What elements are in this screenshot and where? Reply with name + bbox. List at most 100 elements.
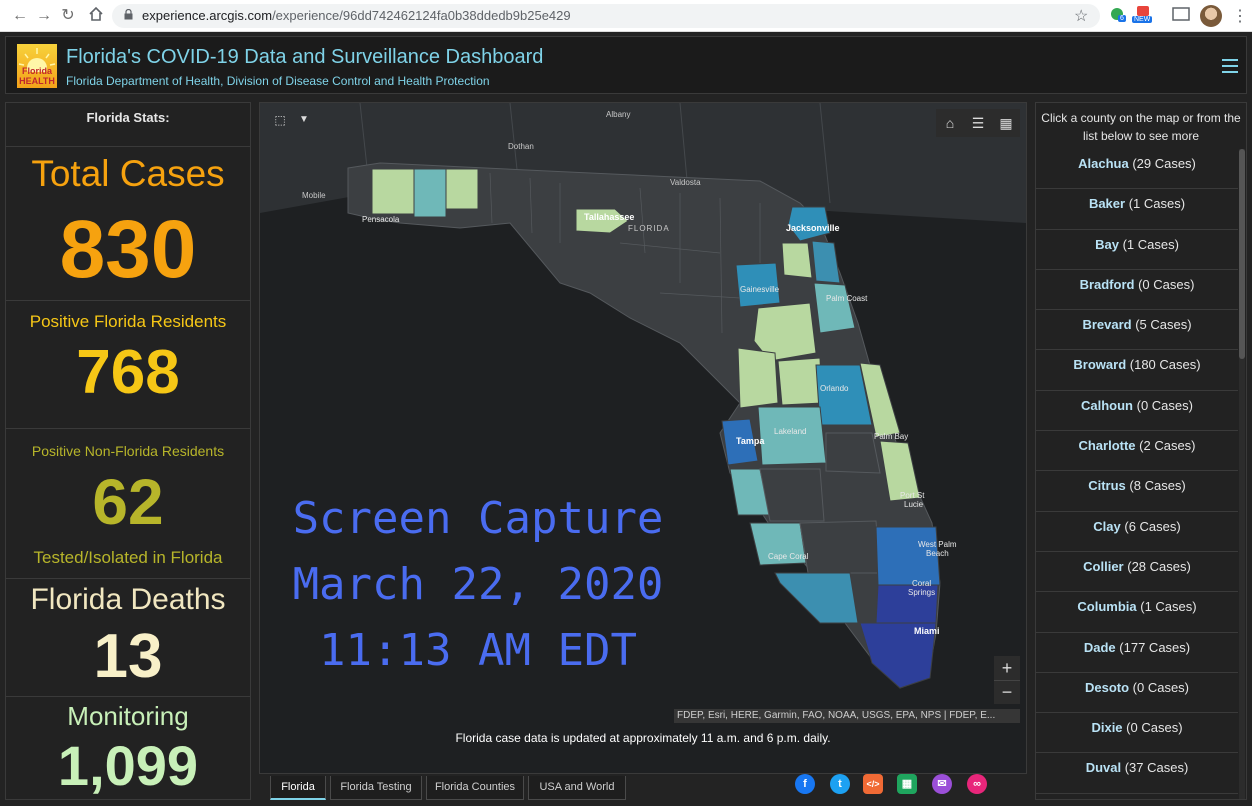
link-icon[interactable]: ∞ xyxy=(967,774,987,794)
deaths-value: 13 xyxy=(93,622,163,691)
county-list-item[interactable]: Dade (177 Cases) xyxy=(1036,633,1238,673)
address-bar[interactable]: experience.arcgis.com/experience/96dd742… xyxy=(112,4,1100,28)
embed-code-icon[interactable]: </> xyxy=(863,774,883,794)
county-escambia[interactable] xyxy=(371,168,415,215)
county-name: Charlotte xyxy=(1078,438,1136,454)
county-name: Broward xyxy=(1073,357,1127,373)
county-list-item[interactable]: Alachua (29 Cases) xyxy=(1036,149,1238,190)
county-list-item[interactable]: Desoto (0 Cases) xyxy=(1036,673,1238,714)
map-label-pensacola: Pensacola xyxy=(362,215,400,224)
county-name: Desoto xyxy=(1084,679,1130,695)
county-list-item[interactable]: Clay (6 Cases) xyxy=(1036,512,1238,552)
new-extension-icon[interactable]: NEW xyxy=(1132,6,1154,31)
county-clay[interactable] xyxy=(781,242,813,279)
county-cases: (0 Cases) xyxy=(1136,397,1193,413)
map-label-springs: Springs xyxy=(908,588,935,597)
lock-icon xyxy=(124,9,133,20)
map-label-tampa: Tampa xyxy=(736,436,765,446)
zoom-in-button[interactable]: + xyxy=(994,656,1020,680)
back-icon[interactable]: ← xyxy=(10,6,30,26)
county-cases: (28 Cases) xyxy=(1127,558,1191,574)
map-home-icon[interactable]: ⌂ xyxy=(938,113,962,133)
county-stjohns[interactable] xyxy=(811,240,841,284)
forward-icon[interactable]: → xyxy=(34,6,54,26)
county-name: Bradford xyxy=(1079,276,1135,292)
county-name: Alachua xyxy=(1078,156,1129,171)
email-icon[interactable]: ✉ xyxy=(932,774,952,794)
total-cases-value: 830 xyxy=(59,204,197,295)
map-label-valdosta: Valdosta xyxy=(670,178,701,187)
county-name: Bay xyxy=(1095,236,1119,252)
nonresidents-card: Positive Non-Florida Residents 62 Tested… xyxy=(6,429,250,579)
county-name: Clay xyxy=(1093,518,1121,534)
bookmark-star-icon[interactable]: ☆ xyxy=(1074,6,1088,26)
county-list-item[interactable]: Calhoun (0 Cases) xyxy=(1036,391,1238,432)
stats-heading: Florida Stats: xyxy=(6,103,250,147)
county-volusia[interactable] xyxy=(813,282,856,334)
county-name: Baker xyxy=(1088,196,1126,212)
county-list-item[interactable]: Collier (28 Cases) xyxy=(1036,552,1238,593)
county-cases: (1 Cases) xyxy=(1122,236,1179,252)
county-lake[interactable] xyxy=(777,357,823,406)
twitter-icon[interactable]: t xyxy=(830,774,850,794)
map-label-tallahassee: Tallahassee xyxy=(584,212,634,222)
monitoring-label: Monitoring xyxy=(67,701,189,731)
county-list-item[interactable]: Duval (37 Cases) xyxy=(1036,753,1238,794)
total-cases-card: Total Cases 830 xyxy=(6,147,250,301)
basemap-gallery-icon[interactable]: ▦ xyxy=(994,113,1018,133)
county-polk[interactable] xyxy=(757,406,827,466)
county-cases: (37 Cases) xyxy=(1124,760,1189,776)
residents-value: 768 xyxy=(76,338,180,407)
reload-icon[interactable]: ↻ xyxy=(58,6,78,26)
county-list-item[interactable]: Brevard (5 Cases) xyxy=(1036,310,1238,351)
capture-line-3: 11:13 AM EDT xyxy=(319,625,637,676)
facebook-icon[interactable]: f xyxy=(795,774,815,794)
total-cases-label: Total Cases xyxy=(31,153,225,194)
tab-usa-and-world[interactable]: USA and World xyxy=(528,776,626,800)
county-okaloosa[interactable] xyxy=(413,168,447,218)
map-panel[interactable]: Albany Dothan Valdosta Mobile Pensacola … xyxy=(259,102,1027,774)
county-walton[interactable] xyxy=(445,168,479,210)
browser-menu-icon[interactable]: ⋮ xyxy=(1232,6,1248,26)
stats-panel: Florida Stats: Total Cases 830 Positive … xyxy=(5,102,251,800)
map-label-miami: Miami xyxy=(914,626,940,636)
county-list-item[interactable]: Bay (1 Cases) xyxy=(1036,230,1238,270)
county-list-item[interactable]: Baker (1 Cases) xyxy=(1036,189,1238,230)
tab-florida-testing[interactable]: Florida Testing xyxy=(330,776,422,800)
chevron-down-icon[interactable]: ▼ xyxy=(294,109,314,131)
tab-bar: Florida Florida Testing Florida Counties… xyxy=(259,774,1027,804)
qr-code-icon[interactable]: ▦ xyxy=(897,774,917,794)
capture-line-2: March 22, 2020 xyxy=(292,559,664,610)
county-collier[interactable] xyxy=(774,572,859,624)
tab-florida[interactable]: Florida xyxy=(270,776,326,800)
extension-icon[interactable]: 6 xyxy=(1110,6,1128,31)
cast-icon[interactable] xyxy=(1172,7,1190,28)
home-icon[interactable] xyxy=(86,6,106,26)
map-label-dothan: Dothan xyxy=(508,142,534,151)
county-list-item[interactable]: Charlotte (2 Cases) xyxy=(1036,431,1238,472)
select-tool-icon[interactable]: ⬚ xyxy=(268,109,292,131)
county-scrollbar-thumb[interactable] xyxy=(1239,149,1245,359)
county-cases: (180 Cases) xyxy=(1129,357,1201,373)
county-list-item[interactable]: Citrus (8 Cases) xyxy=(1036,471,1238,512)
county-osceola[interactable] xyxy=(825,432,881,474)
hamburger-menu-icon[interactable] xyxy=(1222,59,1238,73)
profile-avatar[interactable] xyxy=(1200,5,1222,27)
county-hendry[interactable] xyxy=(799,520,881,574)
zoom-out-button[interactable]: − xyxy=(994,680,1020,704)
map-label-orlando: Orlando xyxy=(820,384,849,393)
county-list-item[interactable]: Broward (180 Cases) xyxy=(1036,350,1238,391)
county-hardee[interactable] xyxy=(759,468,825,522)
new-badge: NEW xyxy=(1132,16,1153,23)
url-text: experience.arcgis.com/experience/96dd742… xyxy=(142,8,571,23)
capture-line-1: Screen Capture xyxy=(292,493,664,544)
tab-florida-counties[interactable]: Florida Counties xyxy=(426,776,524,800)
county-list-item[interactable]: Dixie (0 Cases) xyxy=(1036,713,1238,754)
county-list-item[interactable]: Bradford (0 Cases) xyxy=(1036,270,1238,311)
county-name: Dixie xyxy=(1091,720,1123,736)
county-list-item[interactable]: Columbia (1 Cases) xyxy=(1036,592,1238,633)
county-citrus[interactable] xyxy=(737,347,779,409)
map-label-gainesville: Gainesville xyxy=(740,285,780,294)
map-label-florida: FLORIDA xyxy=(628,224,670,233)
layer-list-icon[interactable]: ☰ xyxy=(966,113,990,133)
